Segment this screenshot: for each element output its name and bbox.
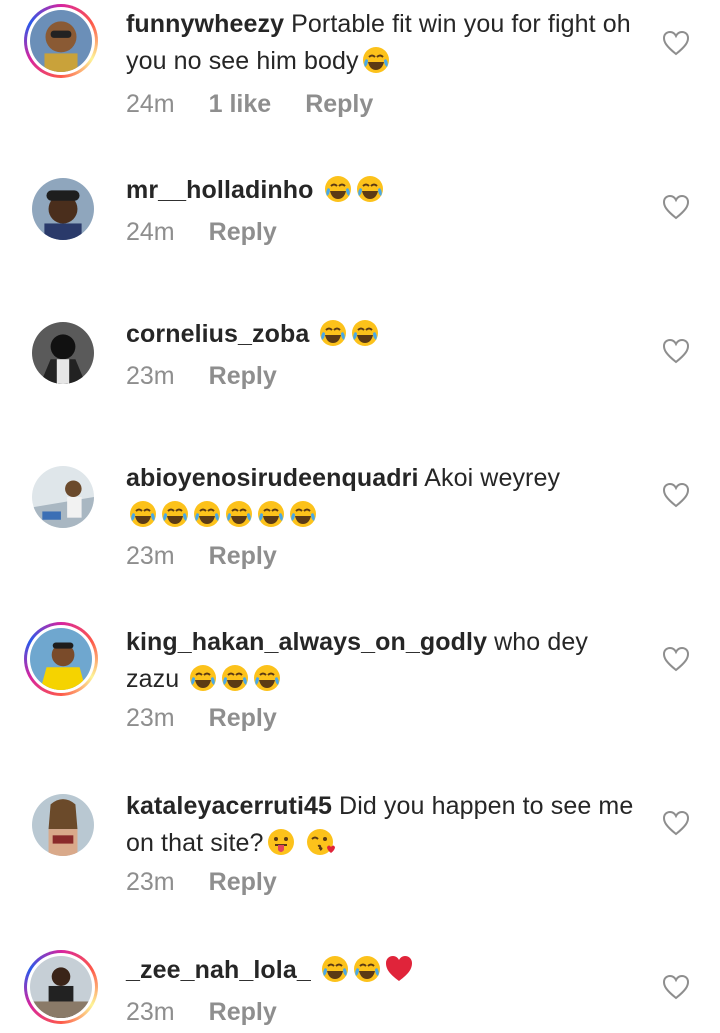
heart-outline-icon[interactable] bbox=[662, 338, 690, 364]
heart-outline-icon[interactable] bbox=[662, 974, 690, 1000]
comment-body: Akoi weyrey bbox=[418, 464, 561, 492]
story-ring-avatar[interactable] bbox=[24, 950, 98, 1024]
face-with-tears-of-joy-icon bbox=[362, 47, 389, 73]
comment-meta: 23m Reply bbox=[126, 998, 311, 1027]
comment-meta: 23m Reply bbox=[126, 542, 311, 571]
avatar bbox=[30, 10, 92, 72]
comment-meta: 23m Reply bbox=[126, 704, 311, 733]
reply-button[interactable]: Reply bbox=[209, 704, 277, 732]
comment-username[interactable]: abioyenosirudeenquadri bbox=[126, 464, 419, 492]
comment-time: 23m bbox=[126, 704, 175, 732]
avatar bbox=[32, 322, 94, 384]
comment-time: 23m bbox=[126, 542, 175, 570]
comment-time: 23m bbox=[126, 362, 175, 390]
comment-text: mr__holladinho bbox=[126, 172, 646, 209]
heart-outline-icon[interactable] bbox=[662, 482, 690, 508]
heart-outline-icon[interactable] bbox=[662, 30, 690, 56]
avatar-container[interactable] bbox=[32, 466, 94, 528]
comment-meta: 24m Reply bbox=[126, 218, 311, 247]
story-ring-avatar[interactable] bbox=[24, 4, 98, 78]
avatar-container[interactable] bbox=[32, 322, 94, 384]
avatar bbox=[30, 956, 92, 1018]
face-with-tears-of-joy-icon bbox=[162, 501, 188, 527]
comment-meta: 24m 1 like Reply bbox=[126, 90, 407, 119]
comment-text: cornelius_zoba bbox=[126, 316, 646, 353]
heart-outline-icon[interactable] bbox=[662, 810, 690, 836]
comment-text: kataleyacerruti45 Did you happen to see … bbox=[126, 788, 646, 862]
face-with-tears-of-joy-icon bbox=[353, 956, 380, 982]
reply-button[interactable]: Reply bbox=[209, 362, 277, 390]
comment-text: king_hakan_always_on_godly who dey zazu bbox=[126, 624, 646, 698]
face-with-tears-of-joy-icon bbox=[321, 956, 348, 982]
comment-username[interactable]: _zee_nah_lola_ bbox=[126, 956, 311, 984]
heart-outline-icon[interactable] bbox=[662, 646, 690, 672]
face-with-tears-of-joy-icon bbox=[222, 665, 249, 691]
face-with-tongue-icon bbox=[267, 829, 294, 855]
comment-text: abioyenosirudeenquadri Akoi weyrey bbox=[126, 460, 646, 534]
comment-time: 23m bbox=[126, 998, 175, 1026]
face-with-tears-of-joy-icon bbox=[356, 176, 383, 202]
face-with-tears-of-joy-icon bbox=[190, 665, 217, 691]
avatar-container[interactable] bbox=[32, 794, 94, 856]
reply-button[interactable]: Reply bbox=[209, 218, 277, 246]
avatar bbox=[30, 628, 92, 690]
face-with-tears-of-joy-icon bbox=[226, 501, 252, 527]
comment-text: _zee_nah_lola_ bbox=[126, 952, 646, 989]
comment-time: 24m bbox=[126, 218, 175, 246]
comment-username[interactable]: funnywheezy bbox=[126, 10, 284, 38]
comment-username[interactable]: kataleyacerruti45 bbox=[126, 792, 332, 820]
avatar bbox=[32, 178, 94, 240]
comment-time: 23m bbox=[126, 868, 175, 896]
avatar bbox=[32, 466, 94, 528]
face-blowing-kiss-icon bbox=[306, 829, 335, 855]
comment-username[interactable]: king_hakan_always_on_godly bbox=[126, 628, 487, 656]
avatar bbox=[32, 794, 94, 856]
reply-button[interactable]: Reply bbox=[305, 90, 373, 118]
face-with-tears-of-joy-icon bbox=[320, 320, 347, 346]
face-with-tears-of-joy-icon bbox=[254, 665, 281, 691]
comment-time: 24m bbox=[126, 90, 175, 118]
comment-likes[interactable]: 1 like bbox=[209, 90, 272, 118]
comment-username[interactable]: cornelius_zoba bbox=[126, 320, 309, 348]
reply-button[interactable]: Reply bbox=[209, 998, 277, 1026]
comment-username[interactable]: mr__holladinho bbox=[126, 176, 314, 204]
face-with-tears-of-joy-icon bbox=[324, 176, 351, 202]
face-with-tears-of-joy-icon bbox=[352, 320, 379, 346]
face-with-tears-of-joy-icon bbox=[258, 501, 284, 527]
comment-meta: 23m Reply bbox=[126, 362, 311, 391]
reply-button[interactable]: Reply bbox=[209, 868, 277, 896]
face-with-tears-of-joy-icon bbox=[290, 501, 316, 527]
red-heart-icon bbox=[385, 956, 412, 981]
heart-outline-icon[interactable] bbox=[662, 194, 690, 220]
story-ring-avatar[interactable] bbox=[24, 622, 98, 696]
face-with-tears-of-joy-icon bbox=[194, 501, 220, 527]
reply-button[interactable]: Reply bbox=[209, 542, 277, 570]
avatar-container[interactable] bbox=[32, 178, 94, 240]
comment-meta: 23m Reply bbox=[126, 868, 311, 897]
face-with-tears-of-joy-icon bbox=[130, 501, 156, 527]
comment-text: funnywheezy Portable fit win you for fig… bbox=[126, 6, 646, 80]
